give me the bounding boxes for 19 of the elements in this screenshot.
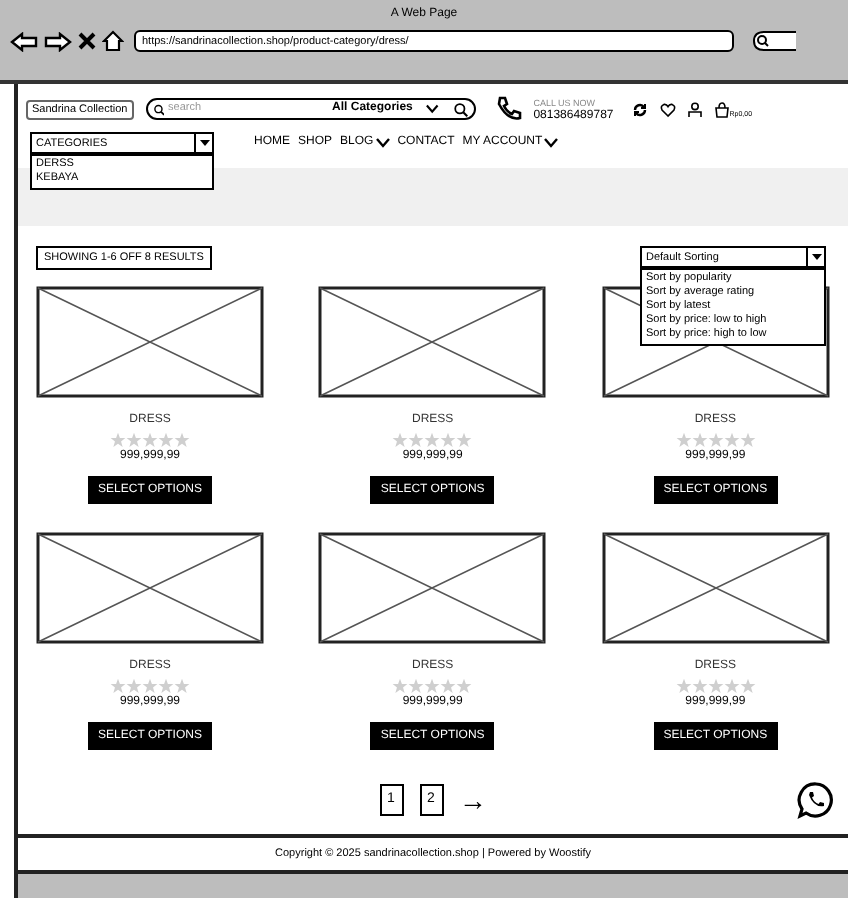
phone-icon <box>495 96 522 122</box>
forward-icon[interactable] <box>44 31 72 51</box>
caret-icon <box>426 104 440 114</box>
caret-icon <box>375 138 390 148</box>
heart-icon[interactable] <box>659 101 676 117</box>
close-icon[interactable] <box>78 32 96 50</box>
search-icon[interactable] <box>453 101 468 117</box>
search-icon <box>153 103 165 115</box>
cart-icon[interactable] <box>713 101 730 117</box>
back-icon[interactable] <box>10 31 38 51</box>
next-page-link[interactable]: → <box>459 784 487 816</box>
caret-icon <box>199 140 209 146</box>
home-icon[interactable] <box>102 30 124 52</box>
caret-icon <box>544 138 559 148</box>
chat-bubble-icon[interactable] <box>796 780 836 820</box>
search-icon[interactable] <box>752 30 796 52</box>
caret-icon <box>811 254 821 260</box>
user-icon[interactable] <box>687 101 702 117</box>
refresh-icon[interactable] <box>631 101 648 117</box>
